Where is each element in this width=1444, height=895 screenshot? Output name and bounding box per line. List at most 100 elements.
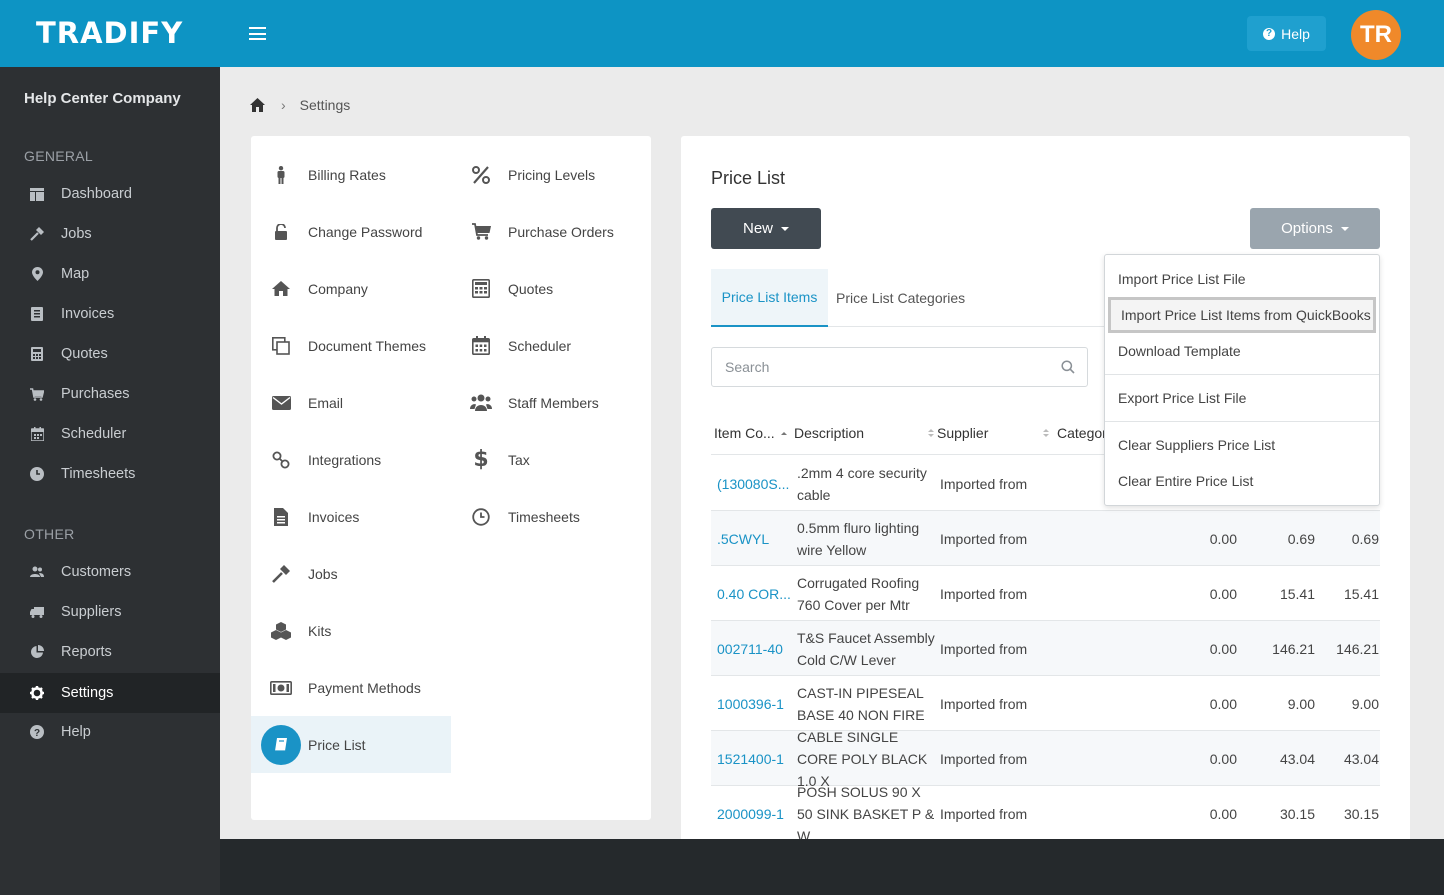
menu-item-import-price-list-file[interactable]: Import Price List File	[1105, 261, 1379, 297]
settings-item-scheduler[interactable]: Scheduler	[451, 317, 651, 374]
table-row[interactable]: 0.40 COR... Corrugated Roofing 760 Cover…	[711, 566, 1380, 621]
settings-item-invoices[interactable]: Invoices	[251, 488, 451, 545]
options-button[interactable]: Options	[1250, 208, 1380, 249]
link-icon	[270, 449, 292, 471]
settings-item-change-password[interactable]: Change Password	[251, 203, 451, 260]
item-price: 9.00	[1287, 695, 1315, 712]
search-input[interactable]	[712, 348, 1042, 386]
column-header-supplier[interactable]: Supplier	[937, 411, 1049, 455]
percent-icon	[470, 164, 492, 186]
envelope-icon	[270, 392, 292, 414]
settings-item-email[interactable]: Email	[251, 374, 451, 431]
sidebar-item-invoices[interactable]: Invoices	[0, 294, 220, 334]
caret-down-icon	[1340, 226, 1349, 231]
item-description: .2mm 4 core security cable	[797, 464, 927, 503]
new-button-label: New	[742, 220, 773, 237]
item-supplier: Imported from	[940, 750, 1028, 767]
table-row[interactable]: 1521400-1 CABLE SINGLE CORE POLY BLACK 1…	[711, 729, 1380, 789]
calculator-icon	[30, 347, 44, 361]
hammer-icon	[270, 563, 292, 585]
cubes-icon	[270, 620, 292, 642]
clock-icon	[470, 506, 492, 528]
menu-item-download-template[interactable]: Download Template	[1105, 333, 1379, 369]
item-price: 146.21	[1272, 640, 1315, 657]
settings-item-billing-rates[interactable]: Billing Rates	[251, 146, 451, 203]
sidebar-item-suppliers[interactable]: Suppliers	[0, 592, 220, 632]
breadcrumb-current: Settings	[299, 97, 351, 113]
settings-item-label: Kits	[308, 622, 332, 639]
table-row[interactable]: .5CWYL 0.5mm fluro lighting wire Yellow …	[711, 511, 1380, 566]
item-code-link[interactable]: 002711-40	[717, 621, 791, 676]
tab-price-list-categories[interactable]: Price List Categories	[836, 269, 965, 327]
sidebar-item-label: Scheduler	[61, 426, 127, 442]
sidebar-item-quotes[interactable]: Quotes	[0, 334, 220, 374]
sidebar-item-map[interactable]: Map	[0, 254, 220, 294]
table-row[interactable]: 1000396-1 CAST-IN PIPESEAL BASE 40 NON F…	[711, 676, 1380, 731]
item-code-link[interactable]: .5CWYL	[717, 511, 791, 566]
column-header-item-code[interactable]: Item Co...	[714, 411, 792, 455]
sidebar-item-scheduler[interactable]: Scheduler	[0, 414, 220, 454]
settings-item-company[interactable]: Company	[251, 260, 451, 317]
question-circle-icon: ?	[1263, 27, 1276, 40]
column-header-label: Supplier	[937, 425, 989, 441]
item-total: 43.04	[1343, 750, 1379, 767]
item-description: T&S Faucet Assembly Cold C/W Lever	[797, 629, 935, 668]
person-icon	[270, 164, 292, 186]
help-button[interactable]: ? Help	[1247, 16, 1326, 51]
home-icon[interactable]	[250, 98, 265, 112]
settings-item-label: Pricing Levels	[508, 166, 596, 183]
tab-price-list-items[interactable]: Price List Items	[711, 269, 828, 327]
settings-item-pricing-levels[interactable]: Pricing Levels	[451, 146, 651, 203]
menu-toggle-icon[interactable]	[249, 27, 266, 40]
settings-item-label: Purchase Orders	[508, 223, 614, 240]
other-section-label: OTHER	[24, 526, 75, 542]
column-header-description[interactable]: Description	[794, 411, 934, 455]
menu-item-export-price-list-file[interactable]: Export Price List File	[1105, 380, 1379, 416]
tradify-logo[interactable]: TRADIFY	[36, 16, 183, 50]
menu-item-clear-suppliers-price-list[interactable]: Clear Suppliers Price List	[1105, 427, 1379, 463]
settings-item-purchase-orders[interactable]: Purchase Orders	[451, 203, 651, 260]
user-avatar[interactable]: TR	[1351, 10, 1401, 60]
dashboard-icon	[30, 187, 44, 201]
item-price: 0.69	[1287, 530, 1315, 547]
settings-item-timesheets[interactable]: Timesheets	[451, 488, 651, 545]
table-row[interactable]: 002711-40 T&S Faucet Assembly Cold C/W L…	[711, 621, 1380, 676]
sidebar-item-settings[interactable]: Settings	[0, 673, 220, 713]
menu-divider	[1105, 421, 1379, 422]
search-icon[interactable]	[1061, 360, 1075, 374]
item-code-link[interactable]: 0.40 COR...	[717, 566, 791, 621]
menu-item-clear-entire-price-list[interactable]: Clear Entire Price List	[1105, 463, 1379, 499]
new-button[interactable]: New	[711, 208, 821, 249]
sidebar-item-dashboard[interactable]: Dashboard	[0, 174, 220, 214]
settings-item-quotes[interactable]: Quotes	[451, 260, 651, 317]
sidebar-item-customers[interactable]: Customers	[0, 552, 220, 592]
item-code-link[interactable]: (130080S...	[717, 456, 791, 511]
settings-item-payment-methods[interactable]: Payment Methods	[251, 659, 451, 716]
users-icon	[470, 392, 492, 414]
book-icon	[261, 724, 301, 765]
sidebar-item-timesheets[interactable]: Timesheets	[0, 454, 220, 494]
sidebar-item-reports[interactable]: Reports	[0, 632, 220, 672]
menu-item-import-from-quickbooks[interactable]: Import Price List Items from QuickBooks	[1108, 297, 1376, 333]
table-row[interactable]: 2000099-1 POSH SOLUS 90 X 50 SINK BASKET…	[711, 784, 1380, 840]
sidebar-item-help[interactable]: ? Help	[0, 712, 220, 752]
item-code-link[interactable]: 1000396-1	[717, 676, 791, 731]
settings-item-document-themes[interactable]: Document Themes	[251, 317, 451, 374]
sidebar-item-jobs[interactable]: Jobs	[0, 214, 220, 254]
item-code-link[interactable]: 1521400-1	[717, 731, 791, 786]
settings-item-staff-members[interactable]: Staff Members	[451, 374, 651, 431]
settings-item-integrations[interactable]: Integrations	[251, 431, 451, 488]
company-name: Help Center Company	[24, 90, 181, 107]
settings-item-label: Billing Rates	[308, 166, 386, 183]
settings-item-tax[interactable]: $ Tax	[451, 431, 651, 488]
settings-item-label: Scheduler	[508, 337, 572, 354]
document-icon	[270, 506, 292, 528]
settings-item-jobs[interactable]: Jobs	[251, 545, 451, 602]
sidebar-item-purchases[interactable]: Purchases	[0, 374, 220, 414]
settings-item-price-list[interactable]: Price List	[251, 716, 451, 773]
settings-item-kits[interactable]: Kits	[251, 602, 451, 659]
item-code-link[interactable]: 2000099-1	[717, 786, 791, 839]
money-bill-icon	[270, 677, 292, 699]
item-total: 9.00	[1351, 695, 1379, 712]
hammer-icon	[30, 227, 44, 241]
